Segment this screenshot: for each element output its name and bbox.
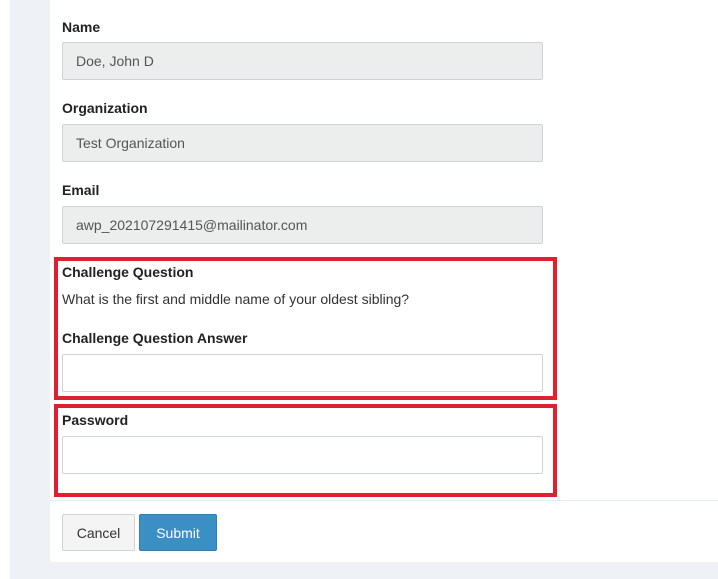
challenge-answer-label: Challenge Question Answer (62, 330, 248, 346)
cancel-button[interactable]: Cancel (62, 514, 135, 551)
email-label: Email (62, 182, 100, 198)
organization-label: Organization (62, 100, 148, 116)
name-field[interactable] (62, 42, 543, 80)
challenge-question-label: Challenge Question (62, 264, 194, 280)
password-label: Password (62, 412, 129, 428)
left-margin-strip (0, 0, 10, 579)
challenge-question-text: What is the first and middle name of you… (62, 291, 410, 307)
password-input[interactable] (62, 436, 543, 474)
challenge-answer-input[interactable] (62, 354, 543, 392)
email-field[interactable] (62, 206, 543, 244)
submit-button[interactable]: Submit (139, 514, 217, 551)
name-label: Name (62, 19, 101, 35)
organization-field[interactable] (62, 124, 543, 162)
